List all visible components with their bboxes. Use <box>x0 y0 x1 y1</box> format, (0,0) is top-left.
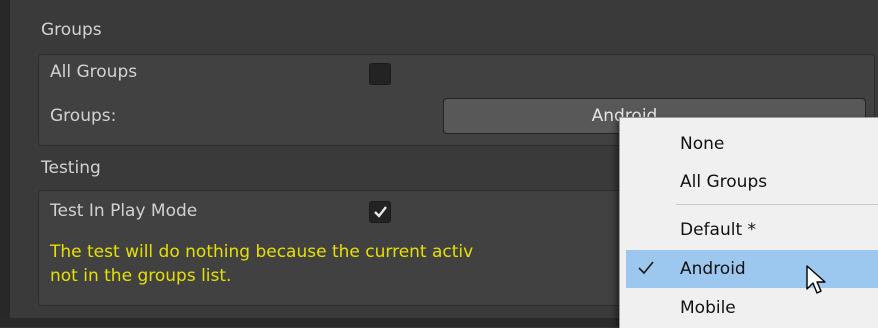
testing-section-title: Testing <box>41 158 101 178</box>
warning-line-2: not in the groups list. <box>50 266 232 286</box>
all-groups-checkbox[interactable] <box>369 63 391 85</box>
menu-item-label: None <box>680 134 725 154</box>
test-in-play-mode-checkbox[interactable] <box>369 201 391 223</box>
warning-line-1: The test will do nothing because the cur… <box>50 242 474 262</box>
groups-label: Groups: <box>50 106 117 126</box>
all-groups-label: All Groups <box>50 62 138 82</box>
menu-item-none[interactable]: None <box>620 125 878 163</box>
menu-item-mobile[interactable]: Mobile <box>620 289 878 327</box>
menu-item-all-groups[interactable]: All Groups <box>620 163 878 201</box>
menu-item-label: All Groups <box>680 172 768 192</box>
menu-item-android[interactable]: Android <box>626 250 878 288</box>
menu-checkmark-icon <box>638 261 654 275</box>
left-panel-edge <box>0 0 10 327</box>
mouse-cursor-icon <box>806 265 826 294</box>
menu-item-label: Default * <box>680 220 757 240</box>
menu-item-default[interactable]: Default * <box>620 211 878 249</box>
menu-item-label: Mobile <box>680 298 736 318</box>
checkmark-icon <box>374 206 387 218</box>
groups-dropdown-menu: None All Groups Default * Android Mobile <box>619 117 878 328</box>
menu-item-label: Android <box>680 259 746 279</box>
warning-message: The test will do nothing because the cur… <box>50 240 473 288</box>
menu-separator <box>676 204 878 205</box>
test-in-play-mode-label: Test In Play Mode <box>50 201 198 221</box>
groups-section-title: Groups <box>41 20 102 40</box>
